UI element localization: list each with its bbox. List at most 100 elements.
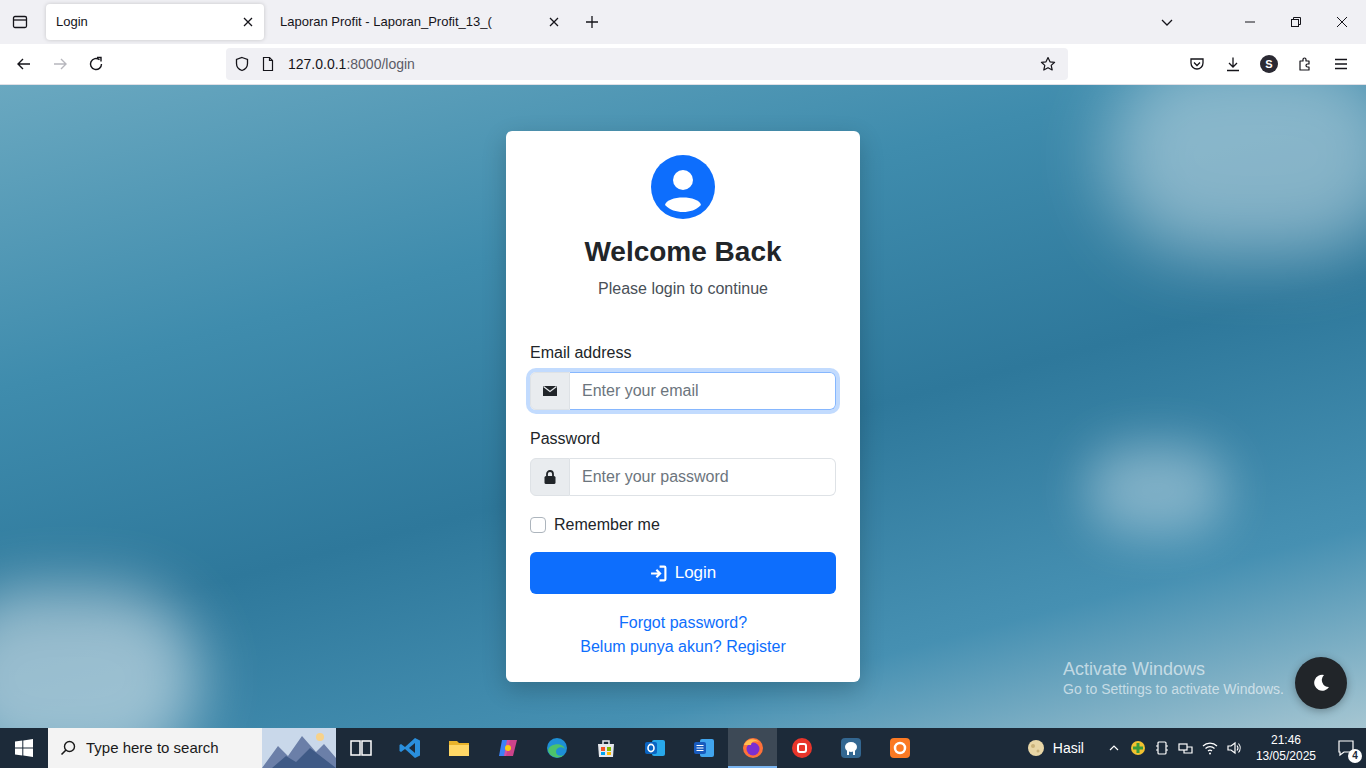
weather-icon (1025, 737, 1047, 759)
tab-label: Login (56, 12, 232, 32)
forward-arrow-icon (52, 56, 68, 72)
tray-device-button[interactable] (1150, 728, 1174, 768)
taskbar-search[interactable]: Type here to search (48, 728, 336, 768)
plus-icon (585, 15, 599, 29)
reload-icon (88, 56, 104, 72)
notification-button[interactable]: 4 (1326, 728, 1366, 768)
login-button[interactable]: Login (530, 552, 836, 594)
lock-icon (542, 469, 558, 485)
taskbar-clock[interactable]: 21:4613/05/2025 (1246, 728, 1326, 768)
minimize-button[interactable] (1227, 0, 1273, 44)
shield-icon (234, 56, 250, 72)
clock-date: 13/05/2025 (1256, 748, 1316, 764)
weather-widget[interactable]: Hasil (1017, 728, 1092, 768)
puzzle-icon (1297, 56, 1313, 72)
tray-expand-button[interactable] (1102, 728, 1126, 768)
store-icon (594, 736, 618, 760)
restore-icon (1291, 17, 1301, 27)
theme-toggle-button[interactable] (1295, 657, 1347, 709)
remember-checkbox[interactable] (530, 517, 546, 533)
url-host: 127.0.0.1 (288, 56, 346, 72)
login-card: Welcome BackPlease login to continueEmai… (506, 131, 860, 682)
start-button[interactable] (0, 728, 48, 768)
taskbar-app[interactable] (336, 728, 385, 768)
new-tab-button[interactable] (578, 8, 606, 36)
taskbar-app[interactable] (483, 728, 532, 768)
account-button[interactable]: S (1251, 48, 1287, 80)
close-window-button[interactable] (1319, 0, 1365, 44)
forward-button (42, 48, 78, 80)
back-button[interactable] (6, 48, 42, 80)
vscode-icon (398, 736, 422, 760)
auth-link[interactable]: Belum punya akun? Register (580, 635, 785, 659)
explorer-icon (447, 736, 471, 760)
windows-logo-icon (15, 739, 33, 757)
search-placeholder[interactable]: Type here to search (86, 737, 219, 760)
tab-bar: Login Laporan Profit - Laporan_Profit_13_… (0, 0, 1366, 44)
task-view-icon (349, 736, 373, 760)
page-icon (260, 56, 276, 72)
cloud (1106, 85, 1366, 255)
browser-tab[interactable]: Login (46, 4, 264, 40)
browser-tab[interactable]: Laporan Profit - Laporan_Profit_13_( (270, 4, 570, 40)
star-icon (1040, 56, 1056, 72)
weather-label: Hasil (1053, 738, 1084, 759)
auth-link[interactable]: Forgot password? (619, 611, 747, 635)
device-icon (1154, 740, 1170, 756)
input-addon (530, 458, 570, 496)
list-tabs-button[interactable] (1149, 6, 1185, 38)
xampp-icon (888, 736, 912, 760)
taskbar-app[interactable] (826, 728, 875, 768)
login-subtitle: Please login to continue (530, 277, 836, 301)
url-text[interactable]: 127.0.0.1:8000/login (288, 54, 1036, 75)
tray-app-icon (1130, 740, 1146, 756)
taskbar-app[interactable] (875, 728, 924, 768)
chevron-down-icon (1160, 15, 1174, 29)
tray-wifi-button[interactable] (1198, 728, 1222, 768)
chevron-up-icon (1108, 742, 1120, 754)
wifi-icon (1202, 740, 1218, 756)
menu-button[interactable] (1323, 48, 1359, 80)
tray-network-button[interactable] (1174, 728, 1198, 768)
watermark-subtitle: Go to Settings to activate Windows. (1063, 680, 1284, 698)
password-input[interactable] (570, 458, 836, 496)
email-input[interactable] (570, 372, 836, 410)
tab-close-button[interactable] (546, 14, 562, 30)
bookmark-button[interactable] (1036, 52, 1060, 76)
download-icon (1225, 56, 1241, 72)
firefox-view-button[interactable] (6, 8, 34, 36)
search-icon (60, 740, 76, 756)
word-icon (692, 736, 716, 760)
remember-row[interactable]: Remember me (530, 513, 836, 537)
taskbar-app[interactable] (581, 728, 630, 768)
taskbar-app[interactable] (532, 728, 581, 768)
user-avatar-icon (651, 155, 715, 219)
taskbar-app[interactable] (679, 728, 728, 768)
address-bar[interactable]: 127.0.0.1:8000/login (226, 48, 1068, 80)
tray-volume-button[interactable] (1222, 728, 1246, 768)
field-label: Email address (530, 341, 836, 365)
wps-icon (790, 736, 814, 760)
pocket-button[interactable] (1179, 48, 1215, 80)
reload-button[interactable] (78, 48, 114, 80)
taskbar-app[interactable] (630, 728, 679, 768)
extensions-button[interactable] (1287, 48, 1323, 80)
downloads-button[interactable] (1215, 48, 1251, 80)
url-path: :8000/login (346, 56, 415, 72)
cloud (1086, 445, 1226, 535)
taskbar-app[interactable] (385, 728, 434, 768)
remember-label[interactable]: Remember me (554, 513, 660, 537)
taskbar-app[interactable] (777, 728, 826, 768)
tab-close-button[interactable] (240, 14, 256, 30)
tray-app-button[interactable] (1126, 728, 1150, 768)
close-icon (243, 17, 253, 27)
tab-label: Laporan Profit - Laporan_Profit_13_( (280, 12, 538, 32)
active-indicator (728, 766, 777, 768)
restore-button[interactable] (1273, 0, 1319, 44)
network-icon (1178, 740, 1194, 756)
hamburger-icon (1333, 56, 1349, 72)
taskbar-app[interactable] (434, 728, 483, 768)
nav-toolbar: 127.0.0.1:8000/login S (0, 44, 1366, 85)
close-icon (1337, 17, 1347, 27)
taskbar-app[interactable] (728, 728, 777, 768)
